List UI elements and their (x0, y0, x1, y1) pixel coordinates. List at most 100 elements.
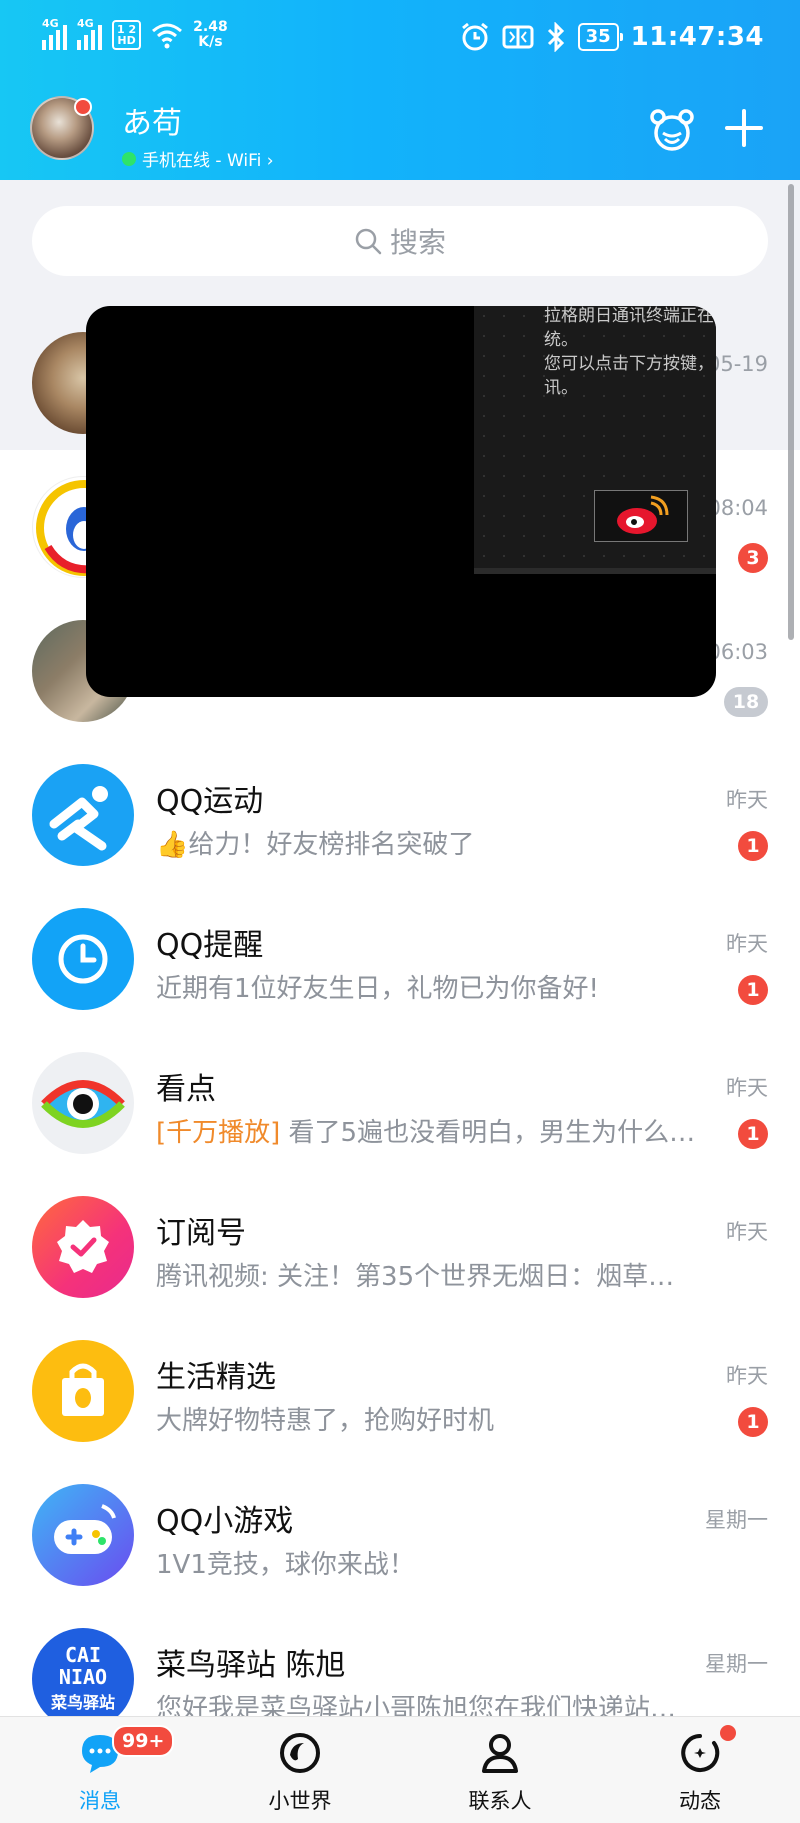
chat-item[interactable]: QQ小游戏 1V1竞技，球你来战！ 星期一 (0, 1458, 800, 1602)
chat-time: 昨天 (726, 932, 768, 956)
weibo-icon (617, 495, 669, 534)
net-speed: 2.48 K/s (193, 20, 228, 50)
tab-small-world[interactable]: 小世界 (230, 1717, 370, 1823)
chat-time: 08:04 (707, 496, 768, 520)
weibo-button[interactable] (594, 490, 688, 542)
cainiao-logo: CAI NIAO 菜鸟驿站 (32, 1628, 134, 1714)
small-world-icon (280, 1733, 320, 1773)
chat-title: 生活精选 (156, 1360, 276, 1395)
chat-avatar: CAI NIAO 菜鸟驿站 (32, 1628, 134, 1730)
tab-label: 动态 (679, 1789, 721, 1813)
feed-notification-dot (720, 1725, 736, 1741)
chat-preview: 大牌好物特惠了，抢购好时机 (156, 1406, 495, 1436)
thumbs-up-emoji-icon: 👍 (156, 830, 189, 860)
nfc-book-icon (502, 25, 534, 49)
chat-preview-tag: [千万播放] (156, 1118, 281, 1148)
chat-preview: 👍给力！好友榜排名突破了 (156, 824, 696, 861)
chat-title: 订阅号 (156, 1216, 246, 1251)
chat-time: 昨天 (726, 1364, 768, 1388)
pet-icon[interactable] (648, 106, 696, 154)
chat-time: 昨天 (726, 1220, 768, 1244)
chat-item[interactable]: 生活精选 大牌好物特惠了，抢购好时机 昨天 1 (0, 1314, 800, 1458)
chat-item[interactable]: QQ提醒 近期有1位好友生日，礼物已为你备好! 昨天 1 (0, 882, 800, 1026)
chat-item[interactable]: QQ运动 👍给力！好友榜排名突破了 昨天 1 (0, 738, 800, 882)
bluetooth-icon (547, 22, 564, 52)
signal-sim2-icon: 4G (77, 17, 102, 50)
chat-title: QQ提醒 (156, 928, 264, 963)
chat-title: QQ运动 (156, 784, 264, 819)
cainiao-logo-line2: NIAO (58, 1665, 108, 1689)
status-right: 35 11:47:34 (460, 22, 764, 52)
chat-avatar (32, 1340, 134, 1442)
chat-preview: [千万播放] 看了5遍也没看明白，男生为什么总喜欢这样 (156, 1112, 696, 1149)
shopping-bag-icon (62, 1363, 104, 1416)
cainiao-logo-line3: 菜鸟驿站 (50, 1693, 115, 1712)
tab-contacts[interactable]: 联系人 (430, 1717, 570, 1823)
chat-avatar (32, 1196, 134, 1298)
bottom-tab-bar: 消息 99+ 小世界 联系人 动态 (0, 1716, 800, 1823)
profile-avatar[interactable] (30, 96, 94, 160)
eye-icon (41, 1080, 125, 1128)
messages-unread-badge: 99+ (112, 1725, 175, 1757)
chat-time: 昨天 (726, 1076, 768, 1100)
online-status-text: 手机在线 - WiFi › (142, 151, 274, 171)
floating-video-window[interactable]: 拉格朗日通讯终端正在 统。 您可以点击下方按键， 讯。 (86, 306, 716, 697)
search-input[interactable]: 搜索 (32, 206, 768, 276)
clock-icon (58, 934, 108, 984)
overlay-text: 拉格朗日通讯终端正在 统。 您可以点击下方按键， 讯。 (544, 306, 716, 400)
sim2-label: 4G (77, 17, 94, 30)
chat-time: 昨天 (726, 788, 768, 812)
net-speed-unit: K/s (198, 34, 223, 50)
chat-title: 看点 (156, 1072, 216, 1107)
contacts-icon (482, 1734, 518, 1773)
overlay-text-line: 讯。 (544, 378, 578, 398)
unread-badge: 1 (738, 975, 768, 1005)
username[interactable]: あ苟 (122, 98, 182, 142)
chat-avatar (32, 764, 134, 866)
chat-avatar (32, 1052, 134, 1154)
chat-title: QQ小游戏 (156, 1504, 294, 1539)
chat-time: 星期一 (705, 1508, 768, 1532)
tab-feed[interactable]: 动态 (630, 1717, 770, 1823)
hd-bottom: HD (117, 34, 136, 47)
overlay-text-line: 统。 (544, 330, 578, 350)
unread-badge: 1 (738, 831, 768, 861)
avatar-notification-dot (74, 98, 92, 116)
add-plus-icon[interactable] (724, 108, 764, 148)
unread-badge: 3 (738, 543, 768, 573)
unread-badge: 1 (738, 1119, 768, 1149)
chat-time: 05-19 (706, 352, 768, 376)
scrollbar[interactable] (788, 184, 794, 640)
chat-item[interactable]: 订阅号 腾讯视频: 关注！第35个世界无烟日：烟草威胁我们的环境 昨天 (0, 1170, 800, 1314)
tab-label: 消息 (79, 1789, 121, 1813)
chat-preview: 1V1竞技，球你来战！ (156, 1550, 415, 1580)
chat-preview-text: 看了5遍也没看明白，男生为什么总喜欢这样 (288, 1118, 696, 1148)
verified-badge-icon (57, 1220, 109, 1273)
chat-preview: 近期有1位好友生日，礼物已为你备好! (156, 974, 599, 1004)
online-status[interactable]: 手机在线 - WiFi › (122, 146, 274, 171)
chat-avatar (32, 1484, 134, 1586)
chat-time: 星期一 (705, 1652, 768, 1676)
sim1-label: 4G (42, 17, 59, 30)
star-planet-icon (681, 1734, 720, 1772)
signal-sim1-icon: 4G (42, 17, 67, 50)
net-speed-value: 2.48 (193, 19, 228, 35)
status-bar: 4G 4G 1 2 HD 2.48 K/s 35 11:47:34 (0, 0, 800, 80)
chat-avatar (32, 908, 134, 1010)
wifi-icon (152, 23, 183, 49)
unread-badge: 18 (724, 687, 768, 717)
status-left: 4G 4G 1 2 HD 2.48 K/s (42, 17, 228, 50)
header-bar: 4G 4G 1 2 HD 2.48 K/s 35 11:47:34 あ苟 手机在… (0, 0, 800, 180)
chat-preview: 腾讯视频: 关注！第35个世界无烟日：烟草威胁我们的环境 (156, 1262, 696, 1292)
unread-badge: 1 (738, 1407, 768, 1437)
tab-label: 小世界 (268, 1789, 332, 1813)
search-icon (355, 228, 382, 255)
overlay-text-line: 您可以点击下方按键， (544, 354, 714, 374)
battery-indicator: 35 (577, 23, 623, 51)
chat-preview-text: 给力！好友榜排名突破了 (188, 830, 475, 860)
search-placeholder: 搜索 (389, 226, 446, 259)
online-dot-icon (122, 151, 136, 166)
chat-title: 菜鸟驿站 陈旭 (156, 1648, 346, 1683)
qq-sport-runner-icon (49, 786, 108, 851)
chat-item[interactable]: 看点 [千万播放] 看了5遍也没看明白，男生为什么总喜欢这样 昨天 1 (0, 1026, 800, 1170)
